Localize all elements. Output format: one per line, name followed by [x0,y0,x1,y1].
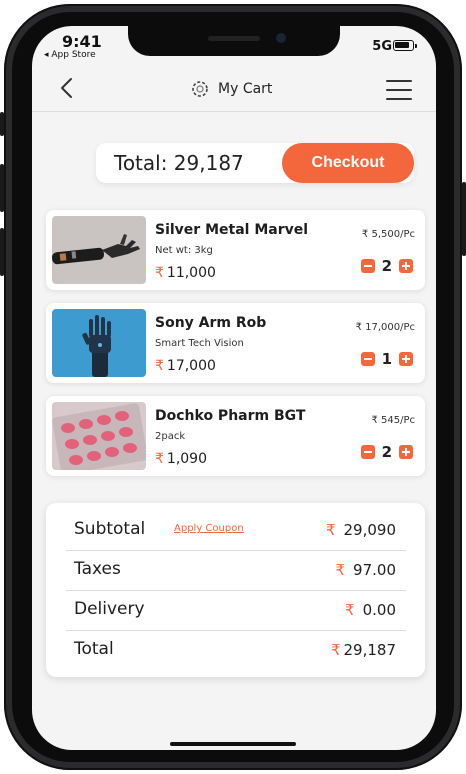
minus-icon [363,265,372,267]
item-name: Sony Arm Rob [155,315,267,331]
order-summary-card: Subtotal Apply Coupon ₹29,090 Taxes ₹97.… [46,503,425,677]
delivery-row: Delivery ₹0.00 [66,591,406,631]
increase-quantity-button[interactable] [399,445,413,459]
item-total: ₹17,000 [155,358,216,374]
pill-blister-illustration [52,402,146,470]
taxes-value: ₹97.00 [336,561,397,579]
decrease-quantity-button[interactable] [360,352,375,366]
plus-icon [402,355,410,363]
minus-icon [363,358,372,360]
plus-icon [402,262,410,270]
item-name: Dochko Pharm BGT [155,408,306,424]
subtotal-label: Subtotal [74,519,146,539]
front-camera [276,33,286,43]
earpiece-speaker [208,36,260,41]
power-button [462,182,466,256]
product-image-robotic-hand [52,216,146,284]
apply-coupon-link[interactable]: Apply Coupon [174,523,244,534]
product-image-robot-arm [52,309,146,377]
subtotal-value: ₹29,090 [326,521,396,539]
back-button[interactable] [54,76,78,100]
cart-logo-icon [192,81,208,97]
rupee-icon: ₹ [155,358,164,374]
item-unit-price: ₹ 5,500/Pc [361,229,415,240]
delivery-value: ₹0.00 [345,601,396,619]
quantity-value: 2 [381,257,392,275]
cart-item-card: Silver Metal Marvel Net wt: 3kg ₹11,000 … [46,210,425,290]
volume-up-button [0,164,4,212]
hamburger-menu-button[interactable] [386,80,412,100]
total-amount: 29,187 [343,641,397,659]
plus-icon [402,448,410,456]
quantity-value: 2 [381,443,392,461]
item-total-value: 1,090 [166,451,208,467]
increase-quantity-button[interactable] [399,259,413,273]
chevron-left-icon [61,78,72,98]
delivery-label: Delivery [74,599,145,619]
checkout-button[interactable]: Checkout [282,143,414,183]
menu-line [386,80,412,82]
back-to-app-store-link[interactable]: ◂ App Store [44,50,96,60]
quantity-value: 1 [381,350,392,368]
network-indicator: 5G [372,39,392,54]
header-title-group: My Cart [190,79,272,99]
item-name: Silver Metal Marvel [155,222,309,238]
page-title: My Cart [218,81,273,97]
subtotal-amount: 29,090 [343,521,397,539]
total-bar: Total: 29,187 Checkout [96,143,414,183]
taxes-label: Taxes [74,559,121,579]
app-screen: 9:41 ◂ App Store 5G My Cart Total: 29,18… [32,26,436,750]
taxes-amount: 97.00 [353,561,396,579]
item-subtitle: 2pack [155,431,186,442]
app-header: My Cart [32,68,436,112]
rupee-icon: ₹ [325,521,336,539]
rupee-icon: ₹ [155,265,164,281]
menu-line [386,89,412,91]
battery-icon [393,40,417,51]
robotic-hand-illustration [52,216,146,284]
delivery-amount: 0.00 [362,601,396,619]
rupee-icon: ₹ [155,451,164,467]
item-unit-price: ₹ 17,000/Pc [355,322,415,333]
status-time: 9:41 [62,32,102,51]
item-subtitle: Smart Tech Vision [155,338,244,349]
item-total: ₹11,000 [155,265,216,281]
item-total: ₹1,090 [155,451,207,467]
item-subtitle: Net wt: 3kg [155,245,213,256]
volume-down-button [0,228,4,276]
cart-item-card: Dochko Pharm BGT 2pack ₹1,090 ₹ 545/Pc 2 [46,396,425,476]
notch [128,26,340,56]
home-indicator[interactable] [170,742,296,746]
quantity-stepper: 2 [360,257,413,275]
item-total-value: 11,000 [166,265,216,281]
menu-line [386,98,412,100]
rupee-icon: ₹ [345,601,355,619]
cart-total-label: Total: 29,187 [114,151,244,175]
product-image-pills [52,402,146,470]
quantity-stepper: 1 [360,350,413,368]
minus-icon [363,451,372,453]
decrease-quantity-button[interactable] [360,445,375,459]
rupee-icon: ₹ [335,561,346,579]
item-unit-price: ₹ 545/Pc [371,415,415,426]
item-total-value: 17,000 [166,358,216,374]
taxes-row: Taxes ₹97.00 [66,551,406,591]
increase-quantity-button[interactable] [399,352,413,366]
total-value: ₹29,187 [331,641,396,659]
total-row: Total ₹29,187 [66,631,406,671]
quantity-stepper: 2 [360,443,413,461]
rupee-icon: ₹ [330,641,341,659]
mute-switch [0,112,4,136]
decrease-quantity-button[interactable] [360,259,375,273]
subtotal-row: Subtotal Apply Coupon ₹29,090 [66,511,406,551]
total-label: Total [74,639,114,659]
cart-item-card: Sony Arm Rob Smart Tech Vision ₹17,000 ₹… [46,303,425,383]
robot-arm-illustration [52,309,146,377]
